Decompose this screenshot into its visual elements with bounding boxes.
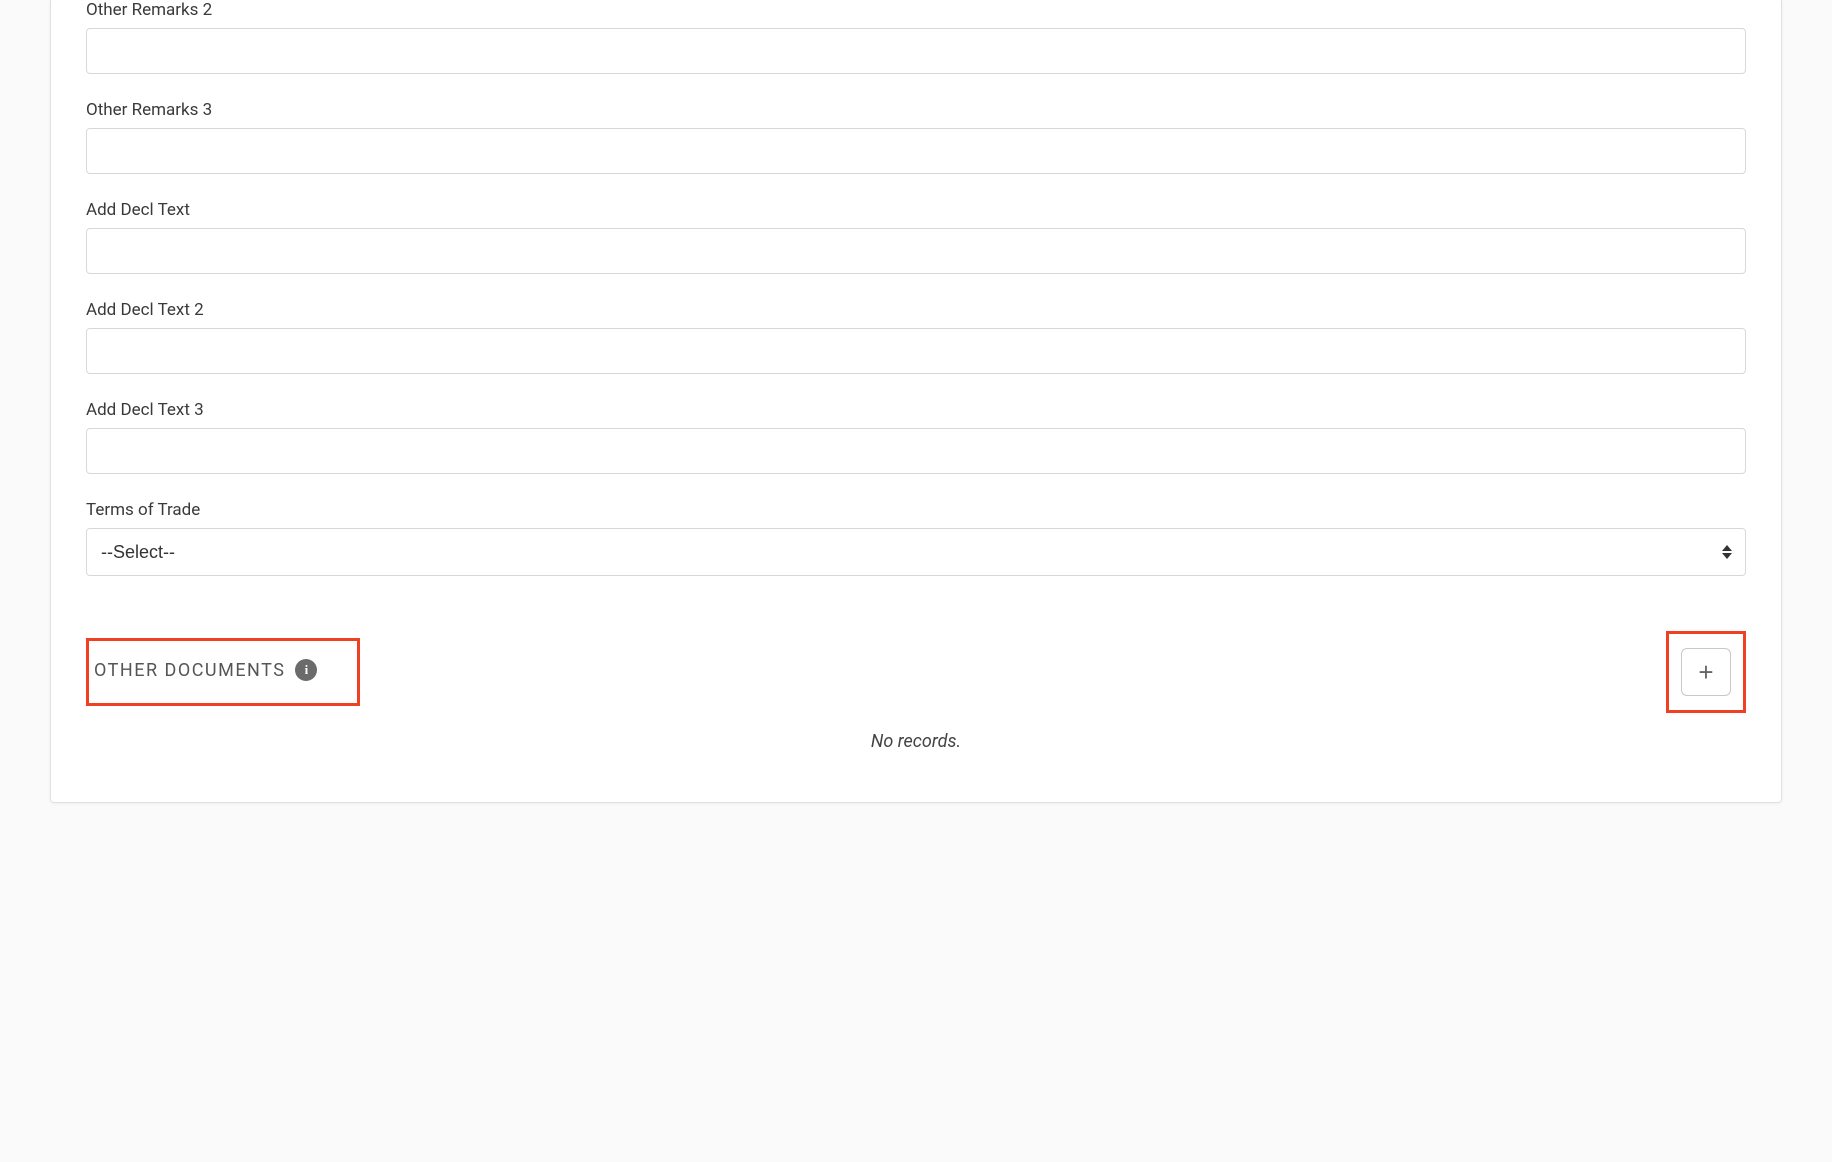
page-container: Other Remarks 2 Other Remarks 3 Add Decl… <box>0 0 1832 843</box>
input-add-decl-text-2[interactable] <box>86 328 1746 374</box>
section-title-highlight: OTHER DOCUMENTS i <box>86 638 360 706</box>
info-icon[interactable]: i <box>295 659 317 681</box>
plus-icon: + <box>1698 659 1713 685</box>
label-other-remarks-3: Other Remarks 3 <box>86 100 1746 120</box>
field-add-decl-text: Add Decl Text <box>86 200 1746 274</box>
section-title-other-documents: OTHER DOCUMENTS <box>94 660 285 681</box>
field-terms-of-trade: Terms of Trade --Select-- <box>86 500 1746 576</box>
input-other-remarks-3[interactable] <box>86 128 1746 174</box>
no-records-text: No records. <box>86 731 1746 752</box>
field-other-remarks-3: Other Remarks 3 <box>86 100 1746 174</box>
label-terms-of-trade: Terms of Trade <box>86 500 1746 520</box>
add-button-highlight: + <box>1666 631 1746 713</box>
field-add-decl-text-3: Add Decl Text 3 <box>86 400 1746 474</box>
label-other-remarks-2: Other Remarks 2 <box>86 0 1746 20</box>
input-add-decl-text-3[interactable] <box>86 428 1746 474</box>
field-other-remarks-2: Other Remarks 2 <box>86 0 1746 74</box>
add-document-button[interactable]: + <box>1681 648 1731 696</box>
label-add-decl-text-3: Add Decl Text 3 <box>86 400 1746 420</box>
select-wrapper-terms-of-trade: --Select-- <box>86 528 1746 576</box>
input-add-decl-text[interactable] <box>86 228 1746 274</box>
form-card: Other Remarks 2 Other Remarks 3 Add Decl… <box>50 0 1782 803</box>
select-terms-of-trade[interactable]: --Select-- <box>86 528 1746 576</box>
section-other-documents-header: OTHER DOCUMENTS i + <box>86 631 1746 713</box>
field-add-decl-text-2: Add Decl Text 2 <box>86 300 1746 374</box>
input-other-remarks-2[interactable] <box>86 28 1746 74</box>
label-add-decl-text-2: Add Decl Text 2 <box>86 300 1746 320</box>
label-add-decl-text: Add Decl Text <box>86 200 1746 220</box>
